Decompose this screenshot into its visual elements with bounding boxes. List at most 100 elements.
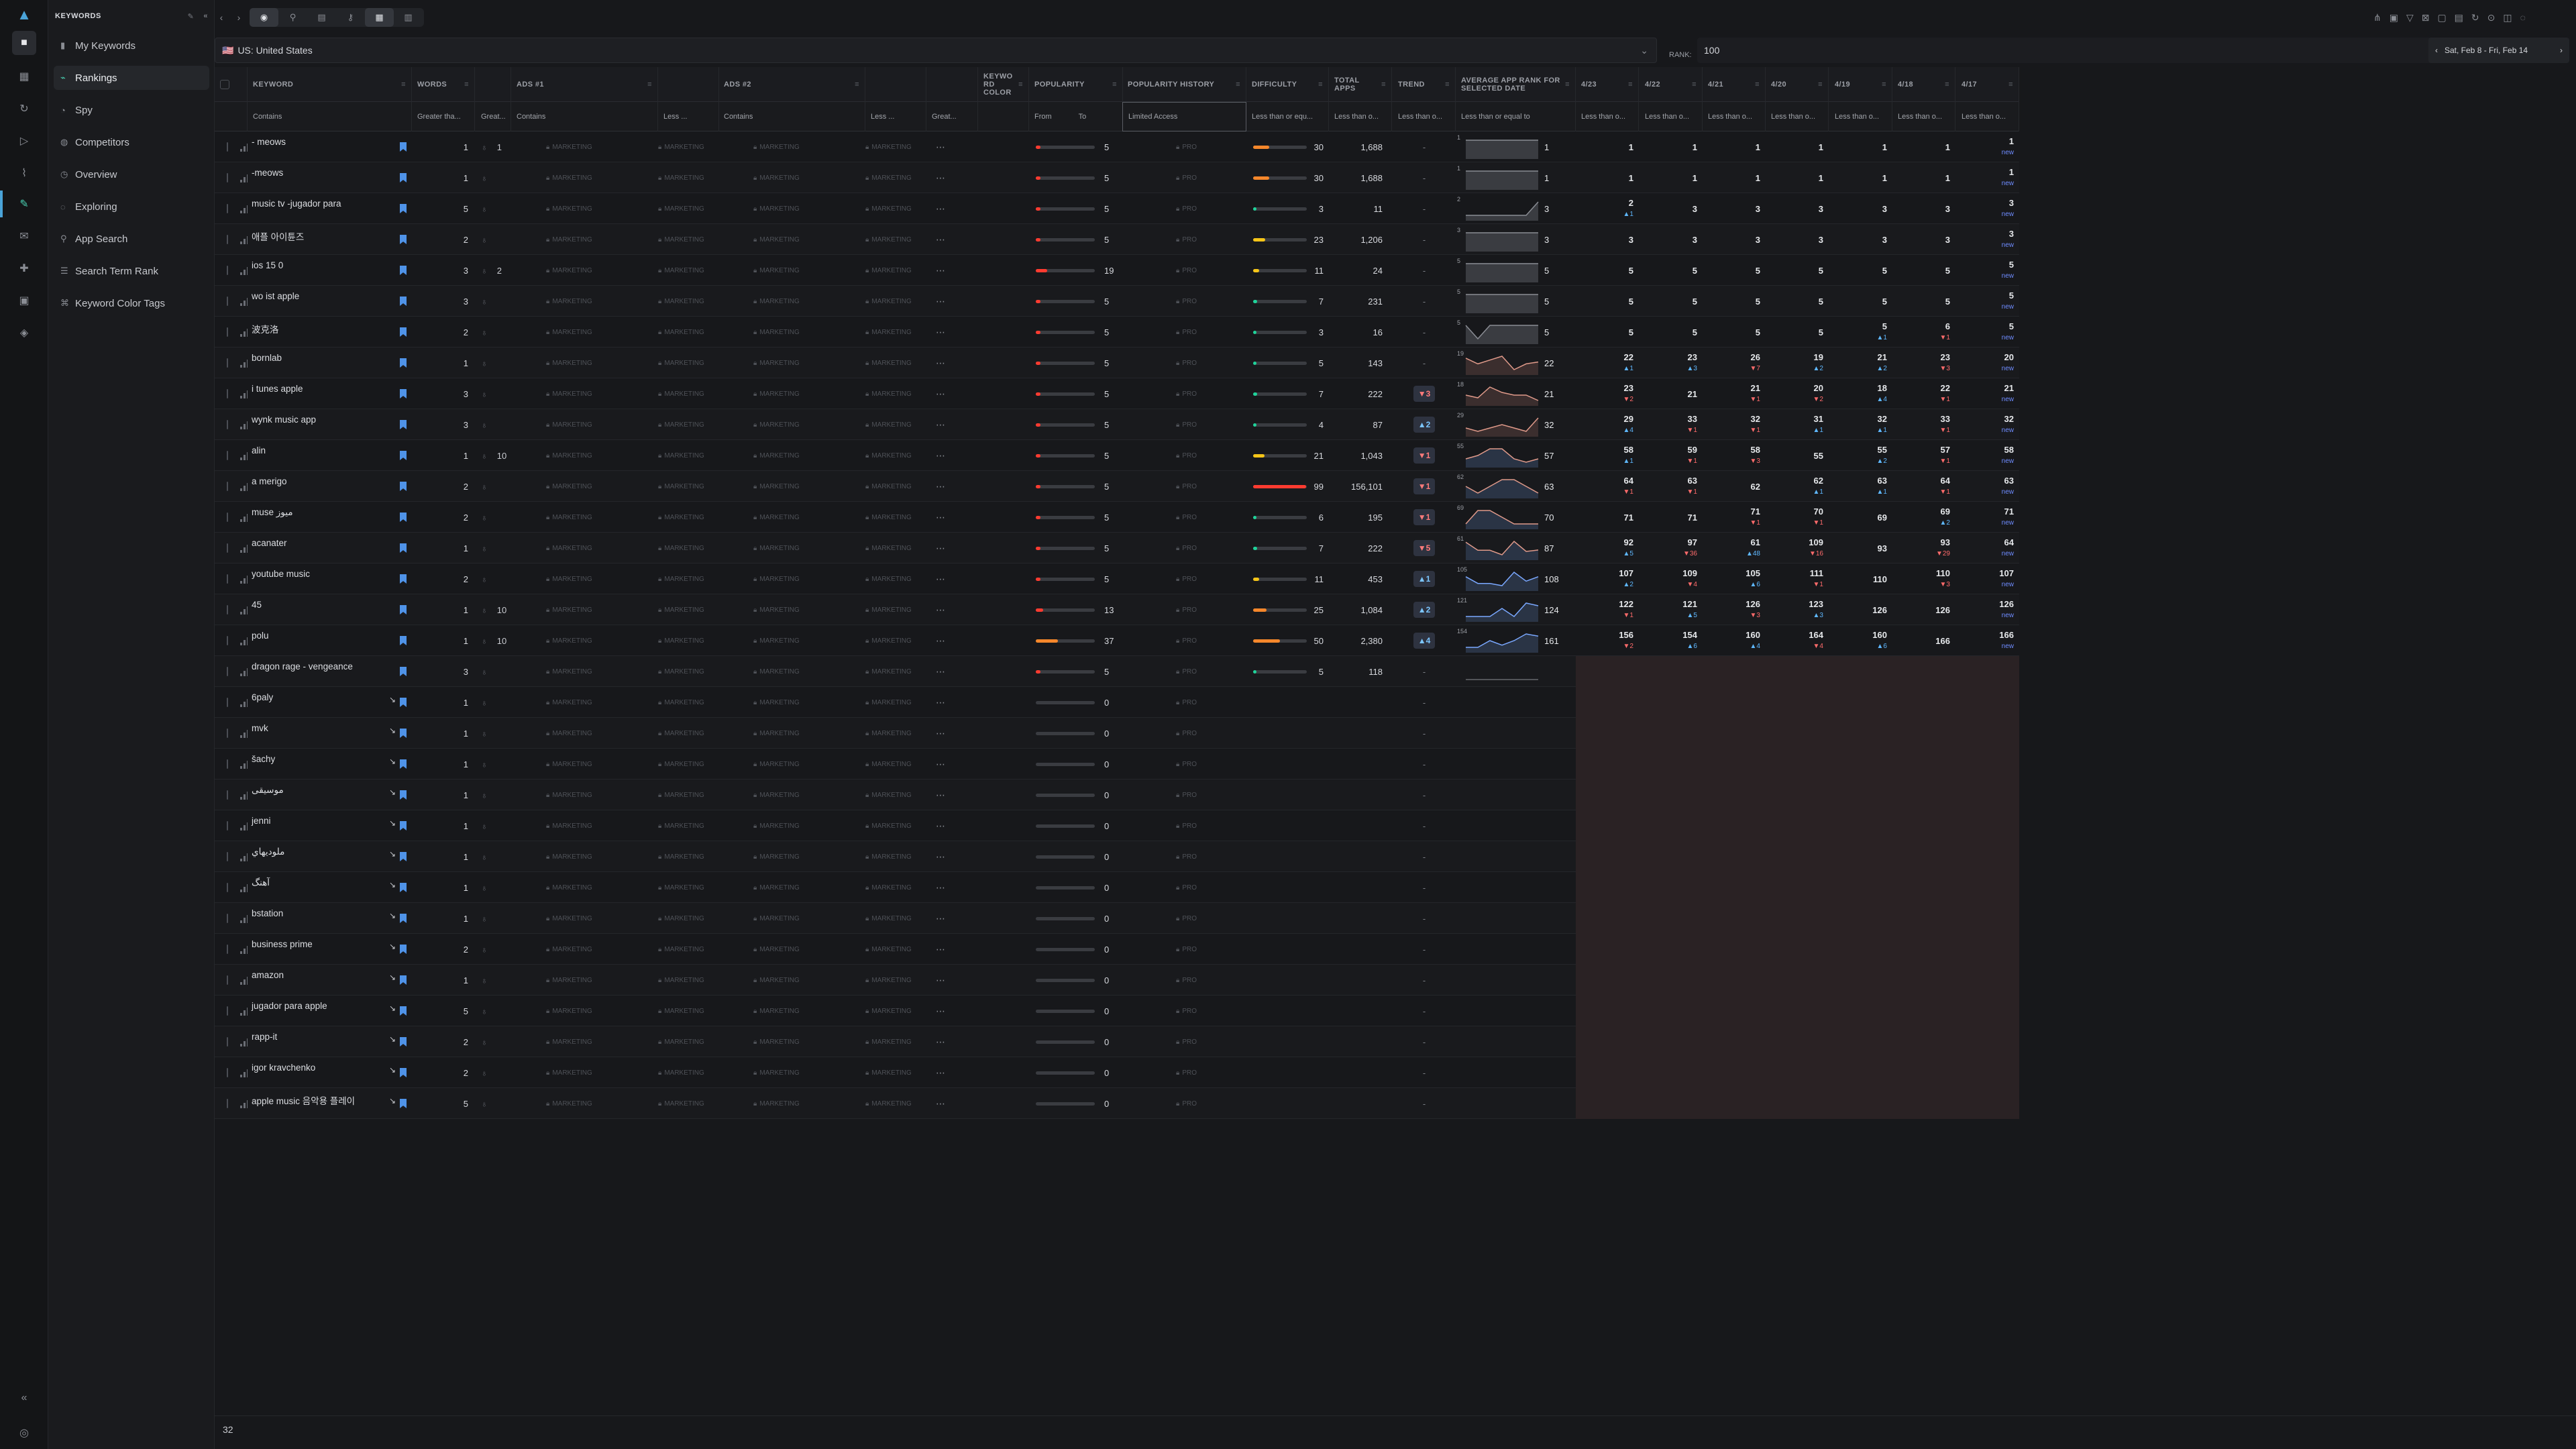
ads1-cell[interactable]: 🔒︎ MARKETING [511,409,658,440]
ads1-cell[interactable]: 🔒︎ MARKETING [511,502,658,533]
ads2-cell[interactable]: 🔒︎ MARKETING [718,1088,865,1119]
ads1-cell[interactable]: 🔒︎ MARKETING [511,533,658,564]
ads1b-cell[interactable]: 🔒︎ MARKETING [658,903,719,934]
table-row[interactable]: wo ist apple 3 ♁ 🔒︎ MARKETING 🔒︎ MARKETING 🔒︎ MA… [215,286,2019,317]
column-menu-icon[interactable]: ≡ [647,80,652,89]
bookmark-icon[interactable] [400,513,407,522]
column-header-hint[interactable] [476,67,511,102]
popularity-history-cell[interactable]: 🔒︎ PRO [1122,502,1246,533]
row-select[interactable] [215,625,248,656]
column-menu-icon[interactable]: ≡ [1381,80,1386,89]
row-checkbox[interactable] [227,543,228,553]
color-menu[interactable]: ⋯ [926,1026,978,1057]
ads2b-cell[interactable]: 🔒︎ MARKETING [865,718,926,749]
sidebar-item-my-keywords[interactable]: ▮ My Keywords [54,34,209,58]
bookmark-icon[interactable] [400,1068,407,1077]
ads2-cell[interactable]: 🔒︎ MARKETING [718,440,865,471]
popularity-history-cell[interactable]: 🔒︎ PRO [1122,625,1246,656]
ads1-cell[interactable]: 🔒︎ MARKETING [511,255,658,286]
more-icon[interactable]: ⋯ [936,234,945,246]
ads1-cell[interactable]: 🔒︎ MARKETING [511,1057,658,1088]
color-menu[interactable]: ⋯ [926,903,978,934]
popularity-history-cell[interactable]: 🔒︎ PRO [1122,440,1246,471]
column-menu-icon[interactable]: ≡ [855,80,859,89]
ads2-cell[interactable]: 🔒︎ MARKETING [718,841,865,872]
row-checkbox[interactable] [227,605,228,614]
popularity-history-cell[interactable]: 🔒︎ PRO [1122,718,1246,749]
more-icon[interactable]: ⋯ [936,1098,945,1110]
table-row[interactable]: wynk music app 3 ♁ 🔒︎ MARKETING 🔒︎ MARKETING 🔒︎… [215,409,2019,440]
popularity-history-cell[interactable]: 🔒︎ PRO [1122,903,1246,934]
ads1-cell[interactable]: 🔒︎ MARKETING [511,965,658,996]
workspace-icon[interactable]: ■ [12,31,36,55]
row-select[interactable] [215,810,248,841]
ads1b-cell[interactable]: 🔒︎ MARKETING [658,934,719,965]
ads2b-cell[interactable]: 🔒︎ MARKETING [865,255,926,286]
column-menu-icon[interactable]: ≡ [1112,80,1117,89]
ads1b-cell[interactable]: 🔒︎ MARKETING [658,841,719,872]
color-menu[interactable]: ⋯ [926,193,978,224]
row-checkbox[interactable] [227,1068,228,1077]
ads1b-cell[interactable]: 🔒︎ MARKETING [658,224,719,255]
ads2b-cell[interactable]: 🔒︎ MARKETING [865,841,926,872]
collapse-icon[interactable]: « [15,1389,34,1407]
bookmark-icon[interactable] [400,574,407,584]
color-menu[interactable]: ⋯ [926,347,978,378]
color-menu[interactable]: ⋯ [926,162,978,193]
color-menu[interactable]: ⋯ [926,996,978,1026]
ads1-cell[interactable]: 🔒︎ MARKETING [511,1026,658,1057]
bookmark-icon[interactable] [400,266,407,275]
color-menu[interactable]: ⋯ [926,1088,978,1119]
ads1-cell[interactable]: 🔒︎ MARKETING [511,286,658,317]
table-row[interactable]: 애플 아이튠즈 2 ♁ 🔒︎ MARKETING 🔒︎ MARKETING 🔒︎ MARKETI… [215,224,2019,255]
column-menu-icon[interactable]: ≡ [1882,80,1886,89]
popularity-history-cell[interactable]: 🔒︎ PRO [1122,1088,1246,1119]
ads1-cell[interactable]: 🔒︎ MARKETING [511,718,658,749]
ads1b-cell[interactable]: 🔒︎ MARKETING [658,193,719,224]
column-header-d3[interactable]: 4/21 ≡ [1703,67,1766,102]
ads1-cell[interactable]: 🔒︎ MARKETING [511,162,658,193]
bookmark-icon[interactable] [400,636,407,645]
filter-check[interactable] [215,102,248,131]
bookmark-icon[interactable] [400,1006,407,1016]
ads1b-cell[interactable]: 🔒︎ MARKETING [658,409,719,440]
table-row[interactable]: muse ميوز 2 ♁ 🔒︎ MARKETING 🔒︎ MARKETING 🔒︎ MARKE… [215,502,2019,533]
keyword-name[interactable]: موسيقى ↘ [248,780,412,810]
color-menu[interactable]: ⋯ [926,317,978,347]
ads1b-cell[interactable]: 🔒︎ MARKETING [658,718,719,749]
keyword-name[interactable]: acanater [248,533,412,564]
ads2-cell[interactable]: 🔒︎ MARKETING [718,286,865,317]
ads1b-cell[interactable]: 🔒︎ MARKETING [658,965,719,996]
column-header-trend[interactable]: TREND ≡ [1393,67,1456,102]
bookmark-icon[interactable] [400,729,407,738]
ads2-cell[interactable]: 🔒︎ MARKETING [718,780,865,810]
sidebar-item-exploring[interactable]: ◌ Exploring [54,195,209,219]
bookmark-icon[interactable] [400,821,407,830]
popularity-history-cell[interactable]: 🔒︎ PRO [1122,996,1246,1026]
ads2-cell[interactable]: 🔒︎ MARKETING [718,965,865,996]
row-checkbox[interactable] [227,513,228,522]
more-icon[interactable]: ⋯ [936,481,945,492]
row-select[interactable] [215,564,248,594]
row-checkbox[interactable] [227,173,228,182]
ads1b-cell[interactable]: 🔒︎ MARKETING [658,780,719,810]
keyword-name[interactable]: jenni ↘ [248,810,412,841]
popularity-history-cell[interactable]: 🔒︎ PRO [1122,872,1246,903]
more-icon[interactable]: ⋯ [936,882,945,894]
color-menu[interactable]: ⋯ [926,131,978,162]
bookmark-icon[interactable] [400,698,407,707]
ads2-cell[interactable]: 🔒︎ MARKETING [718,996,865,1026]
row-select[interactable] [215,996,248,1026]
column-header-d1[interactable]: 4/23 ≡ [1576,67,1639,102]
ads2-cell[interactable]: 🔒︎ MARKETING [718,934,865,965]
ads1b-cell[interactable]: 🔒︎ MARKETING [658,687,719,718]
ads2b-cell[interactable]: 🔒︎ MARKETING [865,162,926,193]
more-icon[interactable]: ⋯ [936,1036,945,1048]
table-row[interactable]: youtube music 2 ♁ 🔒︎ MARKETING 🔒︎ MARKETING 🔒︎ M… [215,564,2019,594]
row-checkbox[interactable] [227,1099,228,1108]
ads2b-cell[interactable]: 🔒︎ MARKETING [865,1026,926,1057]
bookmark-icon[interactable] [400,883,407,892]
refresh-icon[interactable]: ↻ [15,99,34,118]
bookmark-icon[interactable] [400,389,407,398]
ads1b-cell[interactable]: 🔒︎ MARKETING [658,131,719,162]
